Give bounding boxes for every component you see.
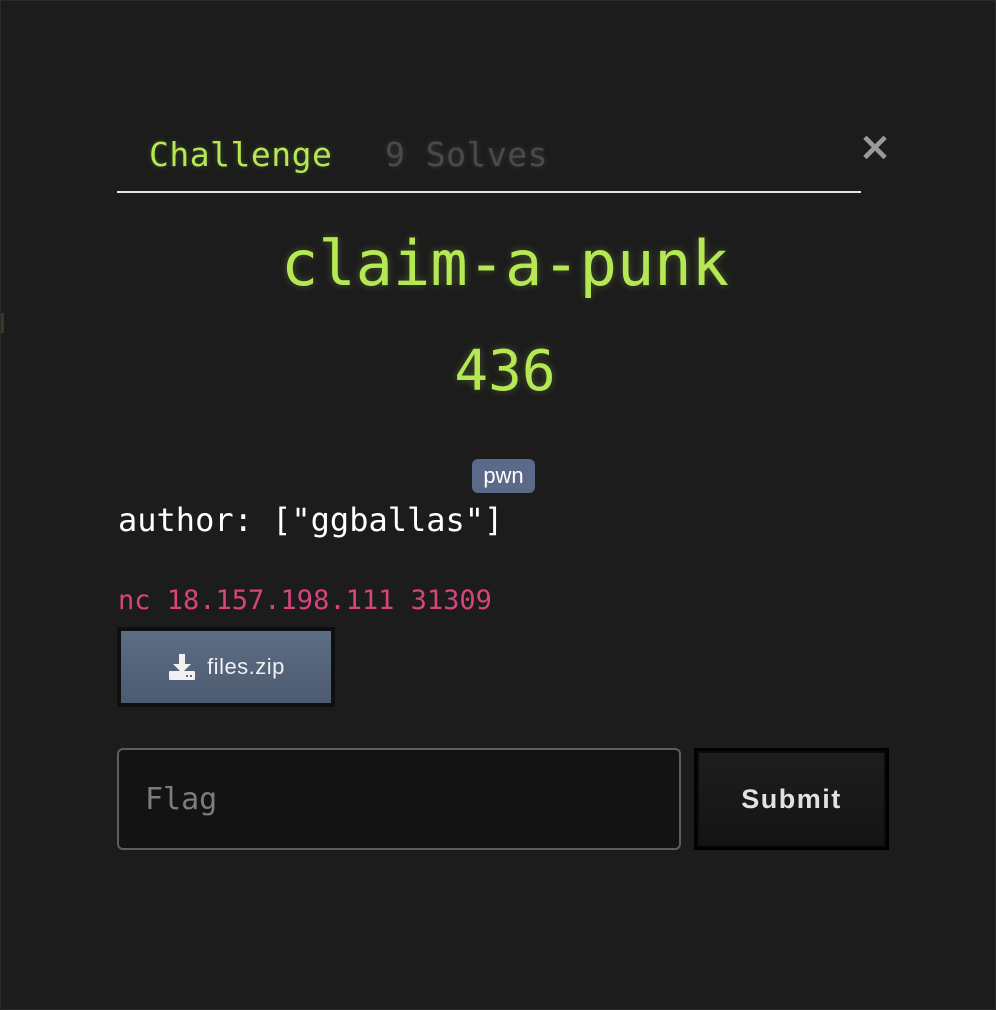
download-file-button[interactable]: files.zip [117, 627, 335, 707]
left-edge-mark [1, 313, 4, 333]
download-icon [169, 654, 196, 680]
challenge-author: author: ["ggballas"] [118, 501, 504, 539]
close-icon[interactable]: × [857, 127, 893, 167]
challenge-title: claim-a-punk [281, 227, 729, 300]
tab-challenge[interactable]: Challenge [149, 135, 332, 174]
file-name-label: files.zip [207, 654, 285, 679]
connection-command: nc 18.157.198.111 31309 [118, 585, 492, 616]
challenge-points: 436 [454, 339, 556, 404]
challenge-modal: Challenge 9 Solves × claim-a-punk 436 pw… [0, 0, 996, 1010]
flag-input[interactable] [117, 748, 681, 850]
submit-button-label: Submit [699, 753, 884, 845]
challenge-tabs: Challenge 9 Solves [117, 129, 861, 193]
tab-solves[interactable]: 9 Solves [385, 135, 548, 174]
submit-button[interactable]: Submit [694, 748, 889, 850]
category-tag: pwn [472, 459, 535, 493]
